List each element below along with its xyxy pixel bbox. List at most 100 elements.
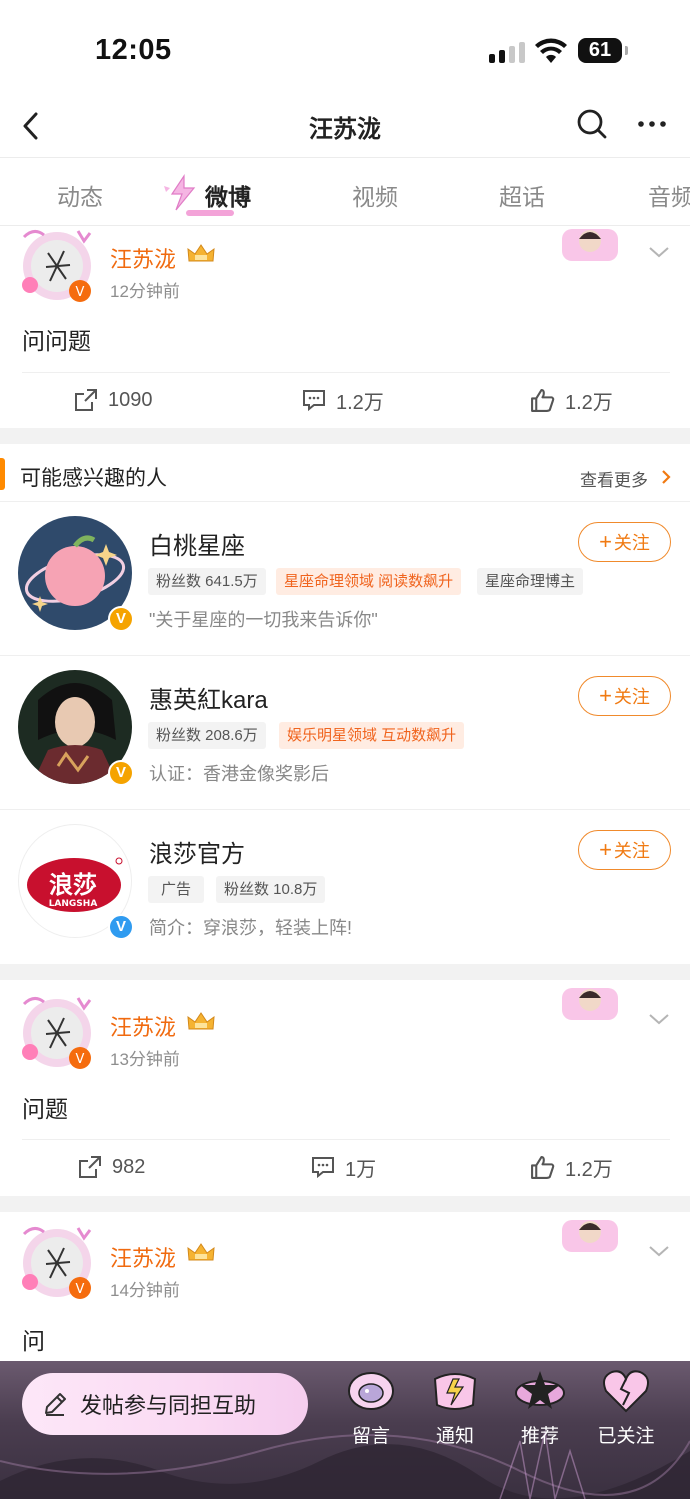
- tag-ad: 广告: [148, 876, 205, 903]
- recommend-person[interactable]: 浪莎 LANGSHA V 浪莎官方 + 关注 广告 粉丝数 10.8万 简介：穿浪…: [0, 810, 690, 964]
- feed-post[interactable]: V 汪苏泷 12分钟前 问问题 1090 1.2万 1.2万: [0, 227, 690, 428]
- followed-button[interactable]: 已关注: [586, 1367, 666, 1447]
- verified-badge: V: [108, 914, 134, 940]
- chevron-down-icon[interactable]: [646, 1010, 672, 1028]
- recommend-person[interactable]: V 惠英紅kara + 关注 粉丝数 208.6万 娱乐明星领域 互动数飙升 认证…: [0, 656, 690, 810]
- section-accent: [0, 458, 5, 490]
- recommend-label: 推荐: [520, 1426, 559, 1447]
- followed-label: 已关注: [597, 1426, 655, 1447]
- pencil-icon: [45, 1393, 66, 1416]
- plus-icon: +: [599, 683, 612, 708]
- feed-post[interactable]: V 汪苏泷 13分钟前 问题 982 1万 1.2万: [0, 980, 690, 1196]
- divider: [22, 1139, 670, 1140]
- chevron-down-icon[interactable]: [646, 243, 672, 261]
- search-icon[interactable]: [574, 106, 610, 142]
- status-time: 12:05: [95, 34, 172, 66]
- sticker-decoration: [562, 229, 618, 261]
- avatar[interactable]: V: [18, 227, 96, 305]
- status-bar: 12:05 61: [0, 0, 690, 100]
- battery-icon: 61: [578, 38, 628, 63]
- recommend-person[interactable]: V 白桃星座 + 关注 粉丝数 641.5万 星座命理领域 阅读数飙升 星座命理博…: [0, 502, 690, 656]
- comment-count: 1万: [345, 1158, 377, 1181]
- plus-icon: +: [599, 837, 612, 862]
- repost-icon: [79, 1156, 101, 1178]
- page: 12:05 61 汪苏泷 动态 微博 视频 超话 音频 V 汪苏泷 12分钟前 …: [0, 0, 690, 1499]
- svg-text:V: V: [76, 1282, 85, 1297]
- person-description: 简介：穿浪莎，轻装上阵!: [149, 918, 352, 938]
- crown-icon: [187, 1243, 215, 1261]
- person-description: 认证：香港金像奖影后: [149, 764, 329, 784]
- follow-button[interactable]: + 关注: [578, 522, 671, 562]
- follow-button[interactable]: + 关注: [578, 830, 671, 870]
- wifi-icon: [535, 38, 567, 63]
- person-name[interactable]: 白桃星座: [149, 526, 245, 561]
- verified-badge: V: [108, 606, 134, 632]
- like-button[interactable]: 1.2万: [530, 1152, 613, 1182]
- comment-icon: [312, 1157, 334, 1179]
- crown-icon: [187, 244, 215, 262]
- nav-bar: 汪苏泷: [0, 100, 690, 158]
- person-description: "关于星座的一切我来告诉你": [149, 610, 378, 630]
- compose-button[interactable]: 发帖参与同担互助: [22, 1373, 308, 1435]
- thumbs-up-icon: [531, 388, 555, 412]
- tab-super-topic[interactable]: 超话: [499, 178, 545, 212]
- chevron-down-icon[interactable]: [646, 1242, 672, 1260]
- comment-button[interactable]: 1.2万: [302, 385, 384, 415]
- section-gap: [0, 428, 690, 444]
- section-gap: [0, 964, 690, 980]
- repost-button[interactable]: 982: [78, 1152, 145, 1182]
- tab-videos[interactable]: 视频: [352, 178, 398, 212]
- divider: [22, 372, 670, 373]
- sticker-decoration: [562, 988, 618, 1020]
- feed-post[interactable]: V 汪苏泷 14分钟前 问: [0, 1212, 690, 1361]
- see-more-link[interactable]: 查看更多: [580, 466, 648, 491]
- repost-button[interactable]: 1090: [74, 385, 153, 415]
- notification-button[interactable]: 通知: [415, 1367, 495, 1447]
- bottom-bar: 发帖参与同担互助 留言 通知 推荐 已关注: [0, 1361, 690, 1499]
- post-username[interactable]: 汪苏泷: [110, 1010, 176, 1042]
- tab-dynamics[interactable]: 动态: [57, 178, 103, 212]
- tab-active-indicator: [186, 210, 234, 216]
- more-icon[interactable]: [632, 104, 672, 144]
- person-name[interactable]: 浪莎官方: [149, 834, 245, 869]
- svg-text:LANGSHA: LANGSHA: [49, 899, 98, 909]
- avatar[interactable]: V: [18, 1224, 96, 1302]
- tag-fans: 粉丝数 641.5万: [148, 568, 266, 595]
- notification-icon: [433, 1373, 477, 1410]
- recommend-icon: [515, 1371, 565, 1409]
- tab-audio[interactable]: 音频: [648, 178, 690, 212]
- verified-badge: V: [108, 760, 134, 786]
- person-name[interactable]: 惠英紅kara: [149, 680, 268, 715]
- like-button[interactable]: 1.2万: [530, 385, 613, 415]
- recommend-button[interactable]: 推荐: [500, 1367, 580, 1447]
- like-count: 1.2万: [565, 1158, 613, 1181]
- post-time: 13分钟前: [110, 1050, 180, 1069]
- message-button[interactable]: 留言: [331, 1367, 411, 1447]
- post-username[interactable]: 汪苏泷: [110, 242, 176, 274]
- chevron-right-icon[interactable]: [660, 469, 672, 485]
- plus-icon: +: [599, 529, 612, 554]
- tab-bar: 动态 微博 视频 超话 音频: [0, 158, 690, 226]
- compose-label: 发帖参与同担互助: [80, 1393, 257, 1418]
- avatar[interactable]: V: [18, 994, 96, 1072]
- repost-count: 982: [112, 1155, 146, 1178]
- notification-label: 通知: [435, 1426, 474, 1447]
- post-username[interactable]: 汪苏泷: [110, 1241, 176, 1273]
- tag-category: 星座命理博主: [477, 568, 584, 595]
- tab-weibo[interactable]: 微博: [205, 178, 251, 212]
- sticker-decoration: [562, 1220, 618, 1252]
- follow-button[interactable]: + 关注: [578, 676, 671, 716]
- tag-fans: 粉丝数 10.8万: [216, 876, 326, 903]
- recommend-title: 可能感兴趣的人: [20, 467, 167, 490]
- post-text: 问: [22, 1328, 45, 1354]
- comment-count: 1.2万: [336, 391, 384, 414]
- crown-icon: [187, 1012, 215, 1030]
- thumbs-up-icon: [531, 1155, 555, 1179]
- section-gap: [0, 1196, 690, 1212]
- cellular-signal-icon: [489, 41, 525, 63]
- message-label: 留言: [351, 1426, 390, 1447]
- like-count: 1.2万: [565, 391, 613, 414]
- tab-decoration-icon: [164, 174, 196, 211]
- tag-trending: 娱乐明星领域 互动数飙升: [279, 722, 465, 749]
- comment-button[interactable]: 1万: [311, 1152, 376, 1182]
